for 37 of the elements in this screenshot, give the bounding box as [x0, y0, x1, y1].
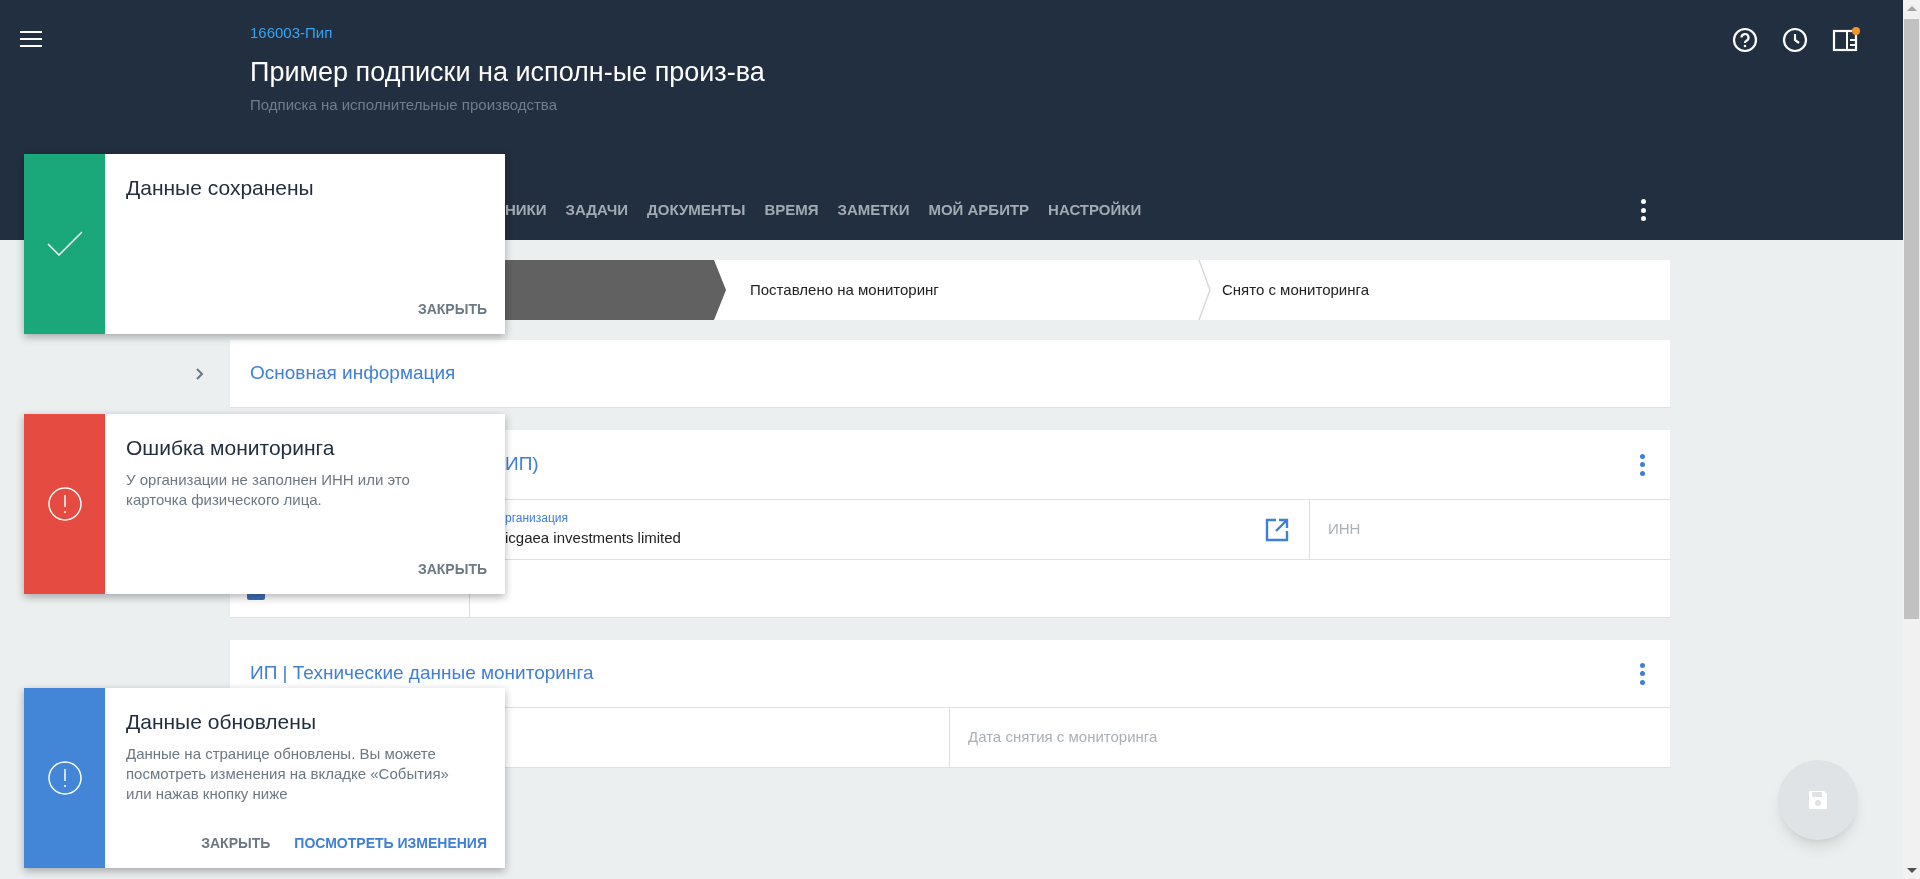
stepper-step[interactable]: Поставлено на мониторинг	[726, 260, 1198, 320]
nav-tab[interactable]: НИКИ	[505, 199, 547, 222]
field-label: рганизация	[505, 510, 570, 528]
notification-title: Ошибка мониторинга	[126, 435, 336, 461]
external-link-icon[interactable]	[1265, 517, 1289, 542]
alert-icon	[46, 486, 83, 522]
panel-icon[interactable]	[1832, 27, 1860, 53]
menu-icon[interactable]	[20, 29, 44, 49]
notification-button[interactable]: ЗАКРЫТЬ	[201, 833, 271, 854]
page-subtitle: Подписка на исполнительные производства	[250, 94, 558, 115]
nav-tab[interactable]: МОЙ АРБИТР	[928, 199, 1030, 222]
help-icon[interactable]	[1732, 27, 1758, 53]
chevron-icon[interactable]	[194, 368, 206, 380]
field-value: icgaea investments limited	[505, 528, 682, 549]
section-title: ИП | Технические данные мониторинга	[250, 661, 594, 686]
section-title[interactable]: Основная информация	[250, 359, 456, 388]
notification-button[interactable]: ЗАКРЫТЬ	[417, 299, 487, 320]
stepper-step[interactable]: Снято с мониторинга	[1198, 260, 1670, 320]
section-title: ИП)	[505, 452, 539, 477]
nav-tab[interactable]: ДОКУМЕНТЫ	[647, 199, 746, 222]
case-number-link[interactable]: 166003-Пип	[250, 22, 333, 45]
nav-tab[interactable]: ЗАДАЧИ	[565, 199, 629, 222]
notification-title: Данные обновлены	[126, 709, 317, 735]
more-icon[interactable]	[1640, 199, 1646, 222]
chevron-icon	[1198, 260, 1212, 320]
alert-icon	[46, 760, 83, 796]
scrollbar[interactable]	[1903, 0, 1920, 879]
notification-text: Данные на странице обновлены. Вы можете посмотреть изменения на вкладке «События» или нажав кнопку ниже	[126, 743, 450, 804]
notification-text: У организации не заполнен ИНН или это карточка физического лица.	[126, 469, 411, 510]
notification-button[interactable]: ПОСМОТРЕТЬ ИЗМЕНЕНИЯ	[294, 833, 487, 854]
nav-tab[interactable]: НАСТРОЙКИ	[1048, 199, 1142, 222]
nav-tab[interactable]: ВРЕМЯ	[764, 199, 819, 222]
nav-tab[interactable]: ЗАМЕТКИ	[837, 199, 910, 222]
notification-title: Данные сохранены	[126, 175, 315, 201]
clock-icon[interactable]	[1782, 27, 1808, 53]
notification-button[interactable]: ЗАКРЫТЬ	[417, 559, 487, 580]
page-title: Пример подписки на исполн-ые произ-ва	[250, 55, 766, 89]
